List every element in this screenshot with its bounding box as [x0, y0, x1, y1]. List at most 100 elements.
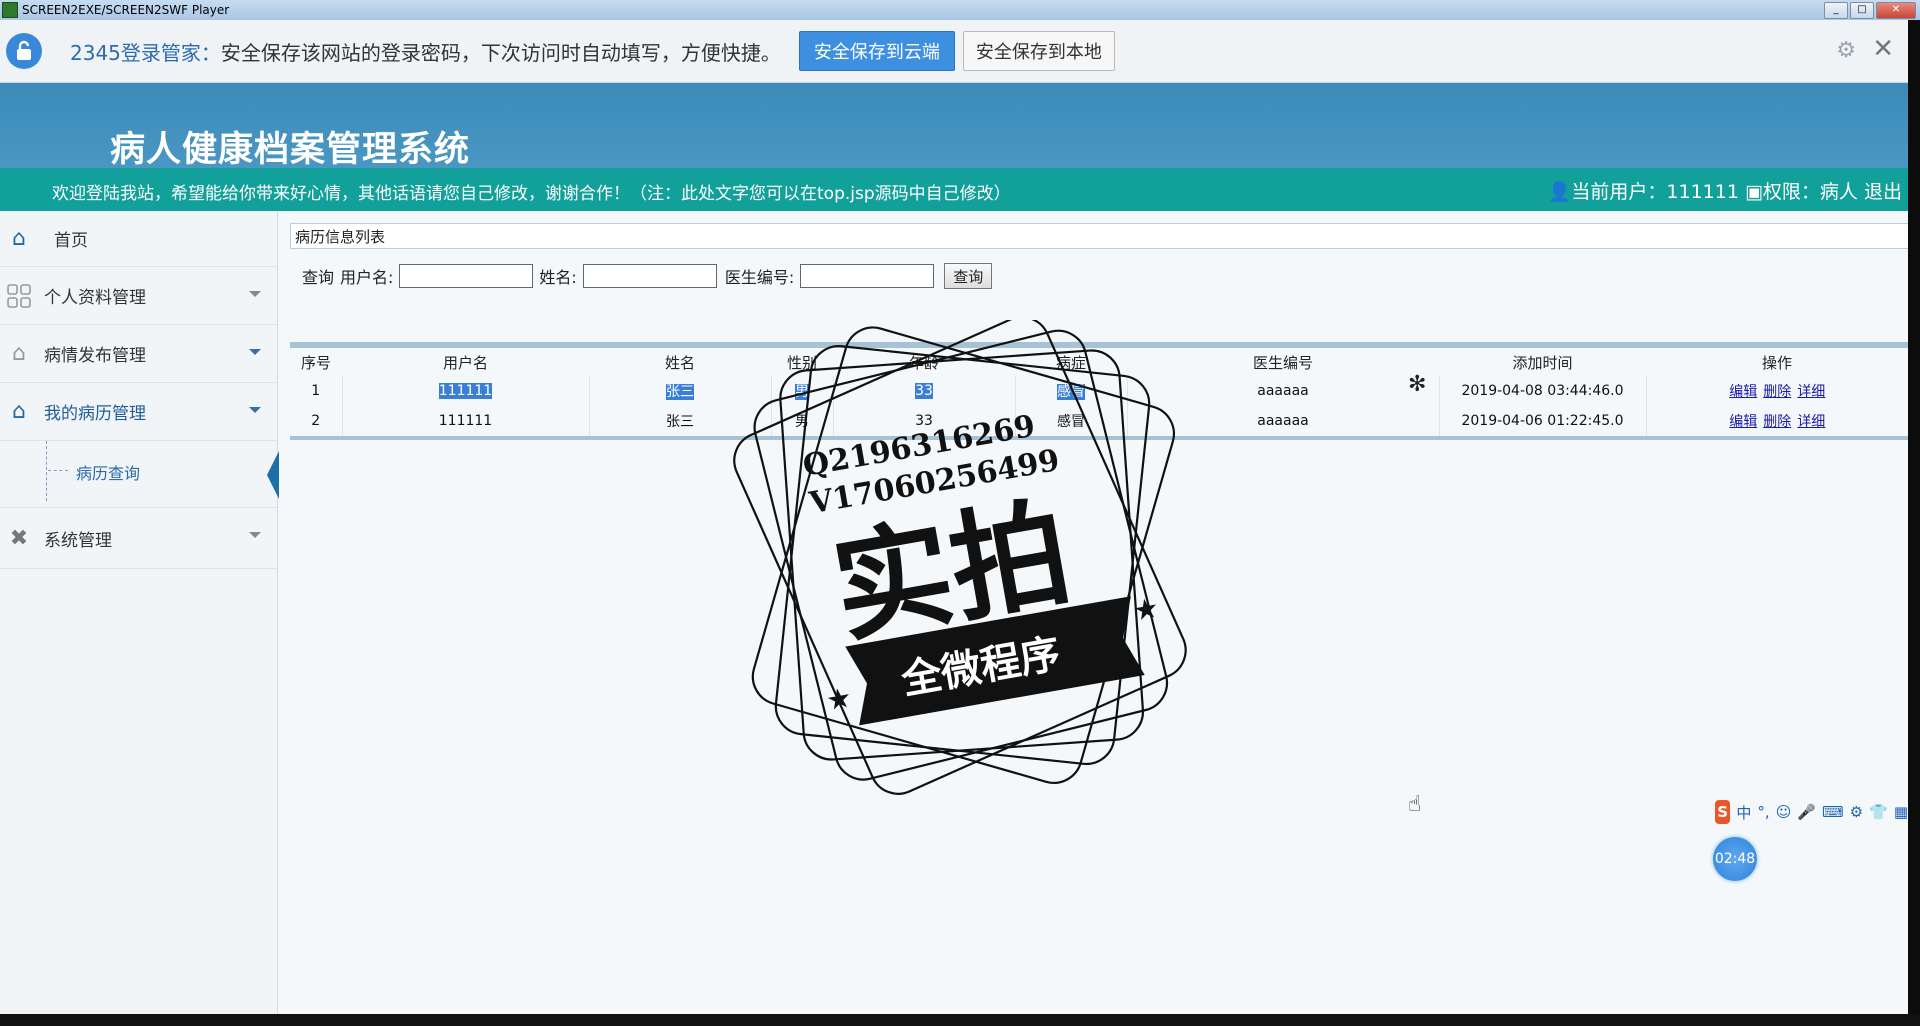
sidebar-item-label: 首页	[54, 231, 88, 251]
chevron-down-icon	[249, 349, 261, 355]
welcome-message: 欢迎登陆我站，希望能给你带来好心情，其他话语请您自己修改，谢谢合作！（注：此处文…	[52, 184, 1011, 204]
page-title: 病人健康档案管理系统	[110, 130, 471, 170]
col-header: 姓名	[664, 353, 695, 372]
cell-doctor: aaaaaa	[1127, 406, 1440, 438]
active-indicator	[267, 451, 279, 499]
grid-icon	[6, 283, 32, 308]
name-input[interactable]	[582, 264, 717, 288]
sogou-icon[interactable]: S	[1715, 800, 1731, 824]
minimize-button[interactable]: _	[1824, 2, 1848, 19]
panel-header: 病历信息列表	[290, 223, 1908, 249]
detail-link[interactable]: 详细	[1797, 384, 1825, 400]
sidebar-item-label: 系统管理	[44, 530, 112, 551]
cell-name: 张三	[589, 406, 772, 438]
skin-icon[interactable]: 👕	[1869, 803, 1888, 821]
col-header: 医生编号	[1252, 353, 1313, 372]
close-icon[interactable]: ✕	[1872, 34, 1894, 64]
cell-no: 2	[290, 406, 343, 438]
tree-dash	[48, 470, 68, 471]
sidebar: ⌂ 首页 个人资料管理 ⌂ 病情发布管理 ⌂ 我的病历管理 病历查询 ✖ 系统管…	[0, 211, 279, 1014]
doctor-label: 医生编号:	[724, 268, 795, 287]
sidebar-item-my-records[interactable]: ⌂ 我的病历管理	[0, 383, 277, 441]
window-controls: _ □ ✕	[1824, 2, 1916, 19]
delete-link[interactable]: 删除	[1763, 414, 1791, 430]
gear-icon[interactable]: ⚙	[1836, 38, 1856, 63]
maximize-button[interactable]: □	[1850, 2, 1874, 19]
panel-title: 病历信息列表	[295, 228, 386, 246]
window-edge	[1908, 20, 1920, 1014]
cell-disease: 感冒	[1015, 376, 1128, 406]
table-row: 2 111111 张三 男 33 感冒 aaaaaa 2019-04-06 01…	[290, 406, 1908, 438]
user-role: 权限：病人	[1762, 181, 1858, 203]
cell-disease: 感冒	[1015, 406, 1128, 438]
cell-actions: 编辑 删除 详细	[1646, 376, 1908, 406]
chevron-down-icon	[249, 532, 261, 538]
emoji-icon[interactable]: ☺	[1776, 803, 1792, 821]
search-button[interactable]: 查询	[944, 263, 993, 289]
cell-actions: 编辑 删除 详细	[1646, 406, 1908, 438]
save-local-button[interactable]: 安全保存到本地	[962, 31, 1115, 71]
cell-time: 2019-04-06 01:22:45.0	[1439, 406, 1647, 438]
sidebar-item-label: 个人资料管理	[44, 288, 146, 308]
busy-cursor-icon: ✻	[1408, 372, 1427, 397]
edit-link[interactable]: 编辑	[1729, 414, 1757, 430]
cell-doctor: aaaaaa	[1127, 376, 1440, 406]
sidebar-item-label: 我的病历管理	[44, 404, 146, 424]
recording-timer[interactable]: 02:48	[1713, 837, 1757, 881]
cell-gender: 男	[771, 376, 834, 406]
col-header: 用户名	[442, 353, 488, 372]
records-table: 序号 用户名 姓名 性别 年龄 病症 医生编号 添加时间 操作 1 111111…	[290, 342, 1908, 440]
sidebar-subitem-record-query[interactable]: 病历查询	[0, 441, 279, 508]
username-label: 用户名:	[340, 268, 394, 287]
table-row: 1 111111 张三 男 33 感冒 aaaaaa 2019-04-08 03…	[290, 376, 1908, 406]
cell-user: 111111	[342, 376, 590, 406]
delete-link[interactable]: 删除	[1763, 384, 1791, 400]
user-info: 👤当前用户：111111 ▣权限：病人 退出	[1548, 177, 1902, 204]
sidebar-item-home[interactable]: ⌂ 首页	[0, 211, 277, 267]
password-manager-bar: 2345登录管家： 安全保存该网站的登录密码，下次访问时自动填写，方便快捷。 安…	[0, 20, 1908, 83]
chevron-down-icon	[249, 407, 261, 413]
pw-brand: 2345登录管家：	[70, 40, 221, 65]
cell-gender: 男	[771, 406, 834, 438]
detail-link[interactable]: 详细	[1797, 414, 1825, 430]
cell-time: 2019-04-08 03:44:46.0	[1439, 376, 1647, 406]
svg-text:★: ★	[824, 681, 854, 718]
sidebar-subitem-label: 病历查询	[76, 464, 141, 483]
home-icon: ⌂	[12, 226, 26, 251]
welcome-bar: 欢迎登陆我站，希望能给你带来好心情，其他话语请您自己修改，谢谢合作！（注：此处文…	[0, 168, 1908, 211]
username-input[interactable]	[399, 264, 534, 288]
ime-punct[interactable]: °,	[1757, 803, 1769, 821]
watermark-banner: 全微程序	[897, 631, 1064, 704]
site-header: 病人健康档案管理系统	[0, 83, 1908, 170]
status-bar	[0, 1014, 1920, 1026]
keyboard-icon[interactable]: ⌨	[1822, 803, 1844, 821]
grid-icon[interactable]: ▦	[1894, 803, 1908, 821]
col-header: 年龄	[908, 353, 939, 372]
sidebar-item-illness-publish[interactable]: ⌂ 病情发布管理	[0, 325, 277, 383]
doctor-input[interactable]	[800, 264, 935, 288]
microphone-icon[interactable]: 🎤	[1797, 803, 1816, 821]
sidebar-item-profile[interactable]: 个人资料管理	[0, 267, 277, 325]
tools-icon: ✖	[9, 525, 29, 551]
role-icon: ▣	[1744, 181, 1763, 203]
logout-link[interactable]: 退出	[1864, 181, 1902, 203]
close-button[interactable]: ✕	[1876, 2, 1916, 19]
current-user: 当前用户：111111	[1571, 181, 1739, 203]
col-header: 病症	[1055, 353, 1086, 372]
col-header: 操作	[1761, 353, 1792, 372]
tools-icon[interactable]: ⚙	[1850, 803, 1863, 821]
app-icon	[2, 2, 18, 18]
watermark-line2: V17060256499	[806, 443, 1062, 522]
cell-no: 1	[290, 376, 343, 406]
edit-link[interactable]: 编辑	[1729, 384, 1757, 400]
ime-lang[interactable]: 中	[1736, 802, 1751, 823]
save-cloud-button[interactable]: 安全保存到云端	[798, 31, 955, 71]
sidebar-item-system[interactable]: ✖ 系统管理	[0, 508, 277, 569]
chevron-down-icon	[249, 291, 261, 297]
lock-icon	[6, 33, 42, 69]
browser-content: 2345登录管家： 安全保存该网站的登录密码，下次访问时自动填写，方便快捷。 安…	[0, 20, 1908, 1014]
cell-name: 张三	[589, 376, 772, 406]
col-header: 序号	[300, 353, 331, 372]
pw-message: 安全保存该网站的登录密码，下次访问时自动填写，方便快捷。	[220, 40, 781, 65]
col-header: 添加时间	[1512, 353, 1573, 372]
